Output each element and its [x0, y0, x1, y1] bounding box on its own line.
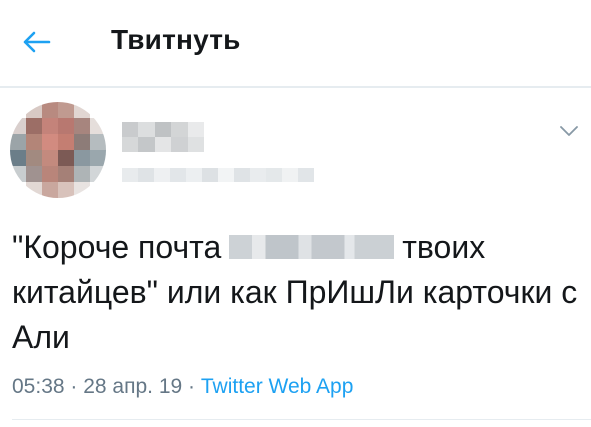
avatar[interactable] — [10, 102, 106, 198]
avatar-pixelated-image — [10, 102, 106, 198]
header-bar: Твитнуть — [0, 0, 591, 88]
meta-separator: · — [64, 375, 84, 398]
tweet-text-part-1: "Короче почта — [12, 229, 222, 265]
back-button[interactable] — [14, 20, 58, 64]
tweet-metadata: 05:38 · 28 апр. 19 · Twitter Web App — [12, 375, 353, 399]
chevron-down-icon — [560, 126, 578, 136]
tweet-text: "Короче почта твоих китайцев" или как ПрИ… — [12, 225, 582, 360]
tweet-source-link[interactable]: Twitter Web App — [201, 375, 354, 398]
tweet-date[interactable]: 28 апр. 19 — [83, 375, 182, 398]
tweet-menu-button[interactable] — [558, 124, 580, 138]
display-name-redacted[interactable] — [122, 122, 204, 152]
username-redacted[interactable] — [122, 168, 314, 182]
meta-separator: · — [182, 375, 201, 398]
tweet-time: 05:38 — [12, 375, 65, 398]
arrow-left-icon — [23, 31, 51, 53]
page-title: Твитнуть — [111, 24, 241, 55]
divider — [12, 419, 591, 420]
redacted-text-block — [229, 235, 395, 259]
